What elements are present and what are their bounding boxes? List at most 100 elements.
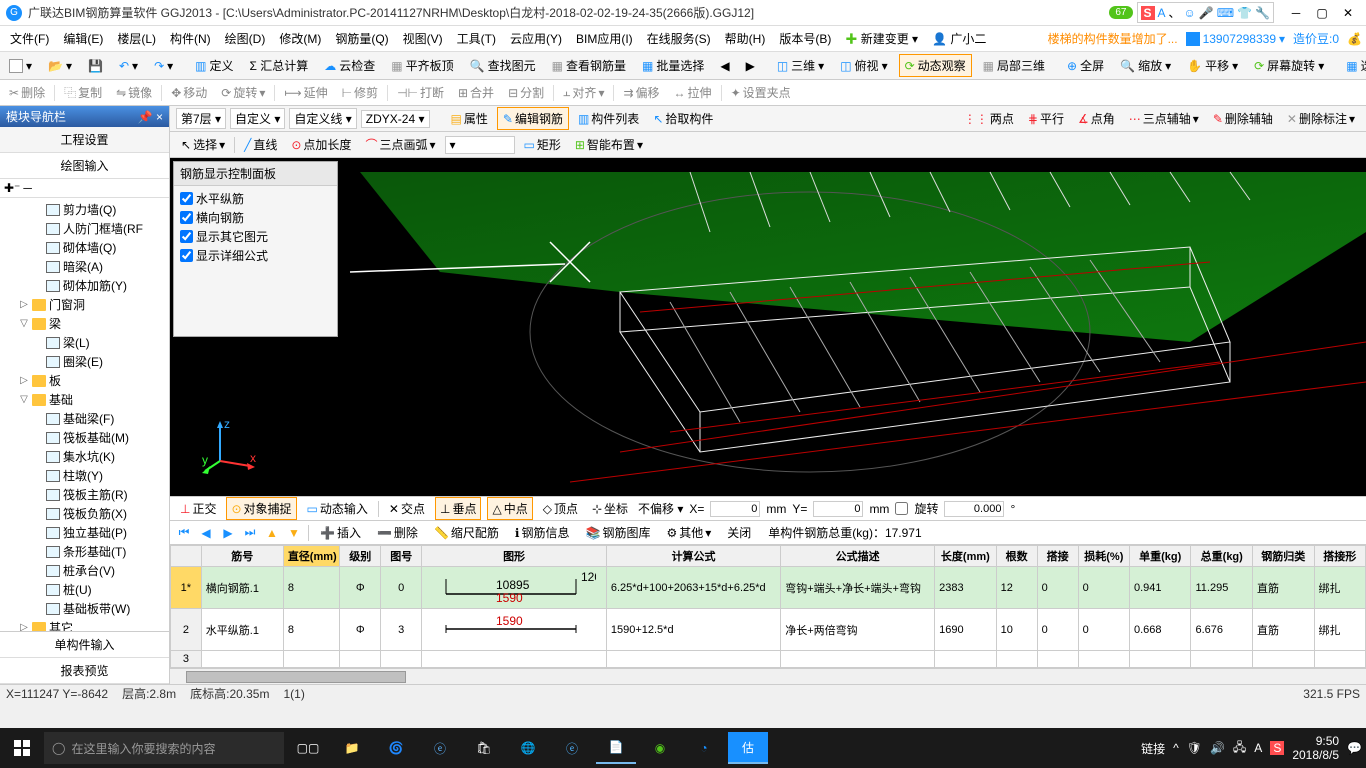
table-cell[interactable] <box>340 651 381 668</box>
rotate-button[interactable]: ⟳ 旋转 ▾ <box>216 82 270 103</box>
delete-button[interactable]: ✂ 删除 <box>4 82 50 103</box>
table-cell[interactable]: 1590+12.5*d <box>606 609 780 651</box>
table-cell[interactable]: 0 <box>1037 609 1078 651</box>
trim-button[interactable]: ⊢ 修剪 <box>337 82 383 103</box>
move-button[interactable]: ✥ 移动 <box>166 82 212 103</box>
table-cell[interactable]: 6.676 <box>1191 609 1253 651</box>
save-button[interactable]: 💾 <box>83 57 108 75</box>
floor-select[interactable]: 第7层 ▾ <box>176 108 226 129</box>
offset-mode[interactable]: 不偏移 ▾ <box>638 500 683 517</box>
tree-node[interactable]: ▷门窗洞 <box>0 295 169 314</box>
break-button[interactable]: ⊣⊢ 打断 <box>392 82 449 103</box>
table-cell[interactable]: 绑扎 <box>1314 609 1365 651</box>
dynamic-view-button[interactable]: ⟳ 动态观察 <box>899 54 972 77</box>
table-cell[interactable] <box>201 651 283 668</box>
task-ggj[interactable]: 估 <box>728 732 768 764</box>
table-cell[interactable]: 0 <box>1078 567 1129 609</box>
menu-comp[interactable]: 构件(N) <box>164 27 217 50</box>
menu-draw[interactable]: 绘图(D) <box>219 27 272 50</box>
tray-speaker-icon[interactable]: 🔊 <box>1210 741 1225 755</box>
two-point-button[interactable]: ⋮⋮ 两点 <box>959 108 1019 129</box>
task-store[interactable]: 🛍 <box>464 732 504 764</box>
menu-cloud[interactable]: 云应用(Y) <box>504 27 568 50</box>
rotate-input[interactable] <box>944 501 1004 517</box>
split-button[interactable]: ⊟ 分割 <box>503 82 549 103</box>
insert-row-button[interactable]: ➕ 插入 <box>315 522 366 543</box>
task-explorer[interactable]: 📁 <box>332 732 372 764</box>
edit-rebar-button[interactable]: ✎ 编辑钢筋 <box>497 107 569 130</box>
pick-comp-button[interactable]: ↖ 拾取构件 <box>648 108 718 129</box>
table-cell[interactable]: 0 <box>381 567 422 609</box>
table-cell[interactable]: 绑扎 <box>1314 567 1365 609</box>
close-panel-button[interactable]: 关闭 <box>722 522 756 543</box>
other-button[interactable]: ⚙ 其他 ▾ <box>661 522 716 543</box>
table-cell[interactable]: 11.295 <box>1191 567 1253 609</box>
menu-view[interactable]: 视图(V) <box>397 27 449 50</box>
snap-toggle[interactable]: ⊙ 对象捕捉 <box>226 497 296 520</box>
delete-row-button[interactable]: ➖ 删除 <box>372 522 423 543</box>
flat-top-button[interactable]: ▦ 平齐板顶 <box>386 55 458 76</box>
column-header[interactable]: 根数 <box>996 546 1037 567</box>
table-cell[interactable] <box>935 651 997 668</box>
table-cell[interactable]: 8 <box>283 567 339 609</box>
tab-report-preview[interactable]: 报表预览 <box>0 658 169 684</box>
select-tool[interactable]: ↖ 选择 ▾ <box>176 134 230 155</box>
redo-button[interactable]: ↷▾ <box>149 57 178 75</box>
task-edge[interactable]: ⓔ <box>420 732 460 764</box>
screen-rotate-button[interactable]: ⟳ 屏幕旋转 ▾ <box>1249 55 1329 76</box>
table-cell[interactable] <box>1078 651 1129 668</box>
dyn-input-toggle[interactable]: ▭ 动态输入 <box>303 498 372 519</box>
del-mark-button[interactable]: ✕ 删除标注 ▾ <box>1282 108 1360 129</box>
tree-expand-icon[interactable]: ✚⁻ <box>4 181 20 195</box>
tree-node[interactable]: 筏板主筋(R) <box>0 485 169 504</box>
table-cell[interactable]: 2383 <box>935 567 997 609</box>
sum-calc-button[interactable]: Σ 汇总计算 <box>245 55 314 76</box>
display-option[interactable]: 水平纵筋 <box>180 190 331 207</box>
zoom-button[interactable]: 🔍 缩放 ▾ <box>1115 55 1176 76</box>
tree-node[interactable]: 柱墩(Y) <box>0 466 169 485</box>
tree-node[interactable]: ▷其它 <box>0 618 169 631</box>
ortho-toggle[interactable]: ⊥ 正交 <box>176 498 220 519</box>
tray-network-icon[interactable]: 🖧 <box>1233 738 1246 759</box>
table-cell[interactable]: 10 <box>996 609 1037 651</box>
tray-clock[interactable]: 9:502018/8/5 <box>1292 734 1339 763</box>
del-aux-button[interactable]: ✎ 删除辅轴 <box>1208 108 1278 129</box>
maximize-button[interactable]: ▢ <box>1310 4 1334 22</box>
tree-node[interactable]: 筏板负筋(X) <box>0 504 169 523</box>
align-button[interactable]: ⫠ 对齐 ▾ <box>558 82 609 103</box>
column-header[interactable]: 钢筋归类 <box>1253 546 1315 567</box>
find-view-button[interactable]: 🔍 查找图元 <box>465 55 541 76</box>
tray-notifications-icon[interactable]: 💬 <box>1347 741 1362 755</box>
fullscreen-button[interactable]: ⊕ 全屏 <box>1062 55 1109 76</box>
tray-link[interactable]: 链接 <box>1141 740 1165 757</box>
tree-node[interactable]: 砌体墙(Q) <box>0 238 169 257</box>
tree-node[interactable]: 集水坑(K) <box>0 447 169 466</box>
column-header[interactable]: 损耗(%) <box>1078 546 1129 567</box>
three-arc-tool[interactable]: ⌒ 三点画弧 ▾ <box>360 134 440 155</box>
column-header[interactable]: 级别 <box>340 546 381 567</box>
set-clamp-button[interactable]: ✦ 设置夹点 <box>726 82 796 103</box>
3d-viewport[interactable]: z x y 钢筋显示控制面板 水平纵筋横向钢筋显示其它图元显示详细公式 <box>170 158 1366 496</box>
cloud-check-button[interactable]: ☁ 云检查 <box>319 55 380 76</box>
menu-edit[interactable]: 编辑(E) <box>57 27 109 50</box>
user-dropdown[interactable]: 👤 广小二 <box>926 27 992 50</box>
nav-up[interactable]: ▲ <box>264 525 280 541</box>
table-cell[interactable] <box>283 651 339 668</box>
comp-list-button[interactable]: ▥ 构件列表 <box>573 108 644 129</box>
menu-modify[interactable]: 修改(M) <box>273 27 327 50</box>
tray-defender-icon[interactable]: 🛡 <box>1187 741 1202 755</box>
copy-button[interactable]: ⿻ 复制 <box>59 82 107 103</box>
close-button[interactable]: ✕ <box>1336 4 1360 22</box>
tray-ime-icon[interactable]: S <box>1270 741 1284 755</box>
task-ie[interactable]: ⓔ <box>552 732 592 764</box>
task-app2[interactable]: 📄 <box>596 732 636 764</box>
table-cell[interactable] <box>1314 651 1365 668</box>
column-header[interactable]: 图号 <box>381 546 422 567</box>
attr-button[interactable]: ▤ 属性 <box>446 108 493 129</box>
table-cell[interactable]: 6.25*d+100+2063+15*d+6.25*d <box>606 567 780 609</box>
tree-collapse-icon[interactable]: ─ <box>23 181 32 195</box>
code-select[interactable]: ZDYX-24 ▾ <box>361 110 430 128</box>
table-cell[interactable]: Φ <box>340 567 381 609</box>
table-cell[interactable]: 横向钢筋.1 <box>201 567 283 609</box>
task-app1[interactable]: 🌀 <box>376 732 416 764</box>
